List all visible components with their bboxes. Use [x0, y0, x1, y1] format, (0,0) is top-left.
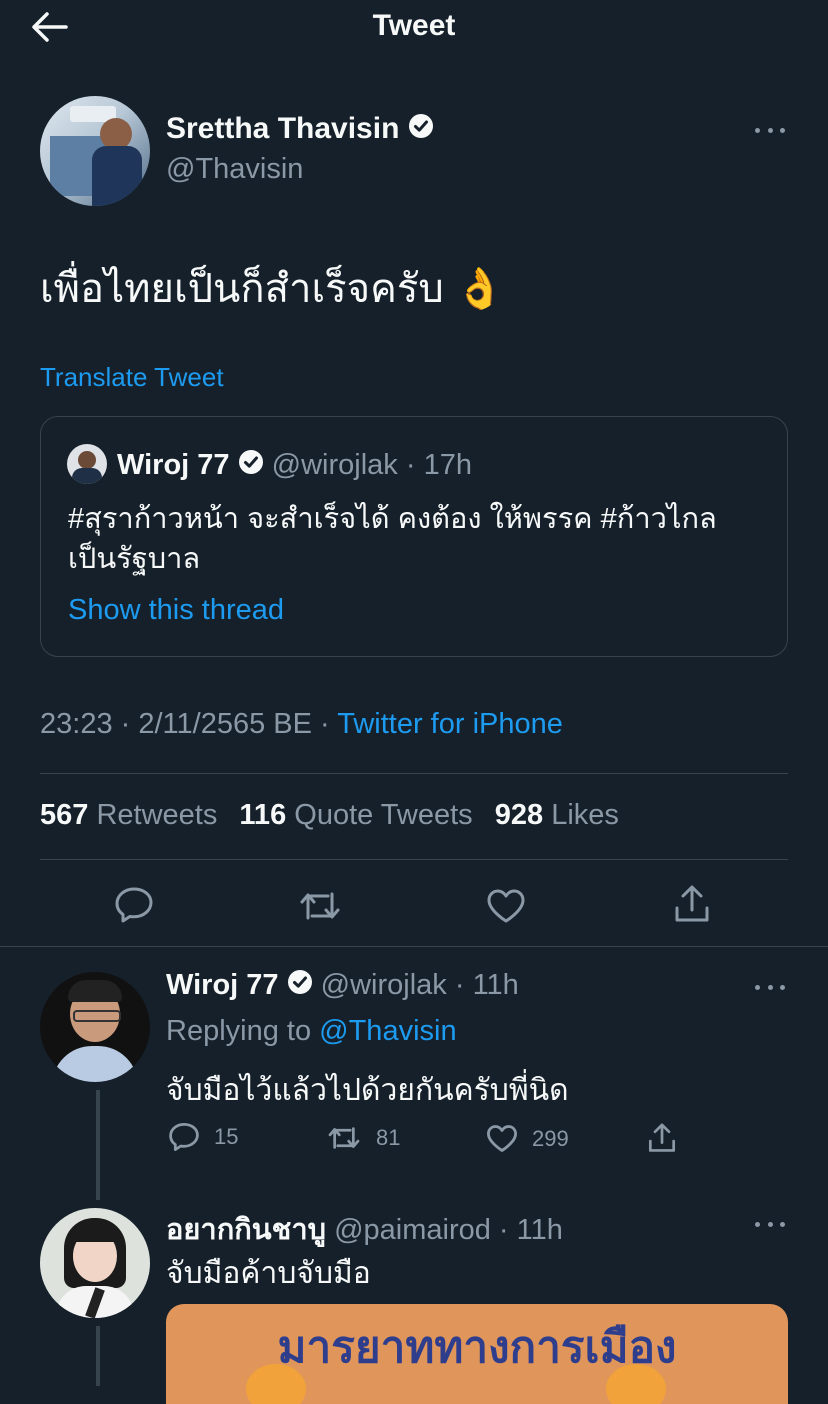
retweets-stat[interactable]: 567 Retweets: [40, 799, 217, 831]
more-options-icon[interactable]: [755, 125, 785, 135]
like-count: 299: [532, 1125, 569, 1151]
quoted-tweet-text: #สุราก้าวหน้า จะสำเร็จได้ คงต้อง ให้พรรค…: [68, 503, 717, 575]
reply-button[interactable]: 15: [168, 1122, 238, 1152]
divider: [0, 946, 828, 947]
reply-avatar[interactable]: [40, 1208, 150, 1318]
reply-text: จับมือค้าบจับมือ: [166, 1257, 371, 1290]
quoted-tweet-card[interactable]: Wiroj 77 @wirojlak · 17h #สุราก้าวหน้า จ…: [40, 416, 788, 657]
retweet-button[interactable]: 81: [326, 1124, 400, 1152]
like-heart-icon: [486, 1124, 518, 1153]
replying-to-link[interactable]: @Thavisin: [319, 1015, 456, 1047]
show-thread-link[interactable]: Show this thread: [68, 594, 284, 627]
more-options-icon[interactable]: [755, 1219, 785, 1229]
page-title: Tweet: [372, 9, 456, 42]
tweet-timestamp: 23:23 · 2/11/2565 BE: [40, 708, 312, 740]
reply-icon[interactable]: [114, 886, 154, 924]
verified-badge-icon: [408, 113, 434, 147]
retweet-count: 81: [376, 1125, 401, 1150]
like-heart-icon[interactable]: [486, 888, 526, 924]
replying-to-label: Replying to: [166, 1015, 312, 1047]
reply-avatar[interactable]: [40, 972, 150, 1082]
quoted-author-name: Wiroj 77: [117, 449, 230, 481]
share-icon[interactable]: [648, 1122, 676, 1154]
reply-time: 11h: [516, 1214, 563, 1246]
reply-icon: [168, 1122, 200, 1152]
tweet-stats: 567 Retweets 116 Quote Tweets 928 Likes: [40, 799, 619, 832]
thread-line: [96, 1090, 100, 1200]
more-options-icon[interactable]: [755, 982, 785, 992]
retweet-icon[interactable]: [298, 888, 342, 924]
author-handle[interactable]: @Thavisin: [166, 153, 303, 186]
reply-author-name[interactable]: อยากกินชาบู: [166, 1214, 326, 1246]
reply-count: 15: [214, 1124, 239, 1149]
reply-text: จับมือไว้แล้วไปด้วยกันครับพี่นิด: [166, 1074, 569, 1107]
verified-badge-icon: [287, 969, 313, 1003]
reply-author-handle[interactable]: @paimairod: [334, 1214, 491, 1246]
quoted-author-avatar: [67, 444, 107, 484]
author-avatar[interactable]: [40, 96, 150, 206]
share-icon[interactable]: [674, 884, 710, 924]
reply-media-image[interactable]: มารยาททางการเมือง: [166, 1304, 788, 1404]
translate-tweet-link[interactable]: Translate Tweet: [40, 362, 224, 393]
like-button[interactable]: 299: [486, 1124, 569, 1153]
verified-badge-icon: [238, 449, 264, 483]
tweet-text: เพื่อไทยเป็นก็สำเร็จครับ 👌: [40, 267, 505, 311]
quote-tweets-stat[interactable]: 116 Quote Tweets: [239, 799, 472, 831]
retweet-icon: [326, 1124, 362, 1152]
tweet-source-link[interactable]: Twitter for iPhone: [337, 708, 563, 740]
reply-author-handle[interactable]: @wirojlak: [321, 969, 447, 1001]
author-name[interactable]: Srettha Thavisin: [166, 112, 399, 145]
thread-line: [96, 1326, 100, 1386]
divider: [40, 859, 788, 860]
reply-time: 11h: [472, 969, 519, 1001]
quoted-author-handle: @wirojlak: [271, 449, 398, 481]
reply-author-name[interactable]: Wiroj 77: [166, 969, 279, 1001]
divider: [40, 773, 788, 774]
likes-stat[interactable]: 928 Likes: [495, 799, 619, 831]
quoted-time: 17h: [423, 449, 472, 481]
